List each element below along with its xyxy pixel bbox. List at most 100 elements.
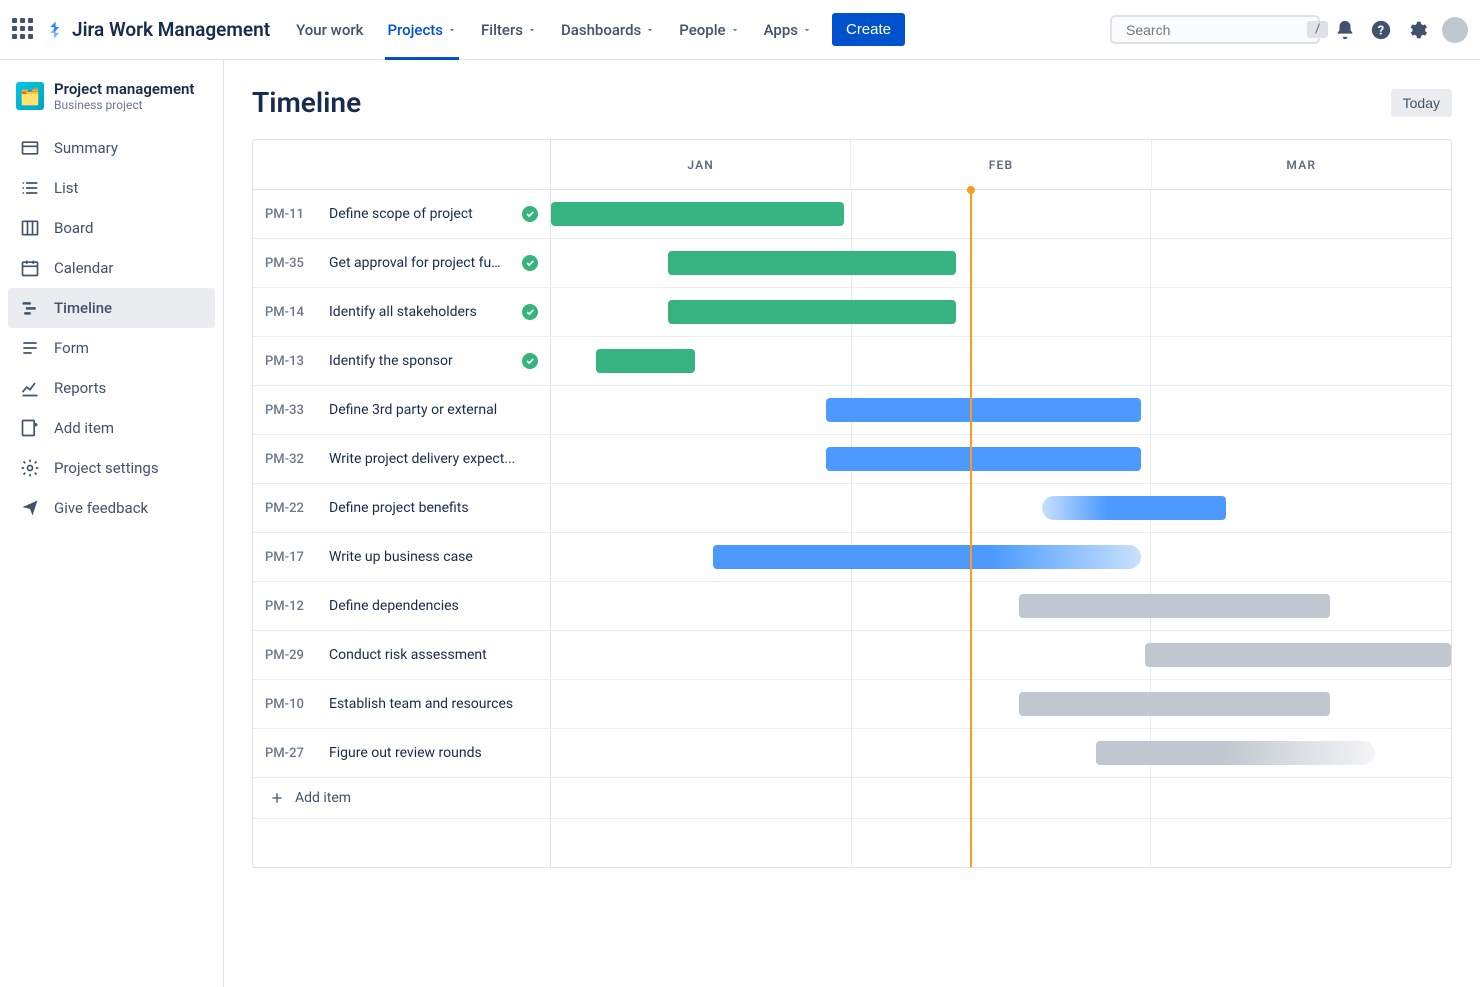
logo-text: Jira Work Management xyxy=(72,18,270,41)
nav-item-projects[interactable]: Projects xyxy=(377,17,467,43)
issue-key: PM-17 xyxy=(265,550,315,565)
nav-item-your-work[interactable]: Your work xyxy=(286,17,373,43)
timeline-bar[interactable] xyxy=(668,300,956,324)
sidebar-item-summary[interactable]: Summary xyxy=(8,128,215,168)
timeline-bar[interactable] xyxy=(1019,692,1330,716)
logo[interactable]: Jira Work Management xyxy=(46,18,270,41)
nav-icons: ? xyxy=(1334,17,1468,43)
notifications-icon[interactable] xyxy=(1334,19,1356,41)
timeline-bar[interactable] xyxy=(1042,496,1227,520)
issue-title: Get approval for project fund... xyxy=(329,255,508,271)
timeline-row[interactable]: PM-11 Define scope of project xyxy=(253,190,1451,239)
sidebar: 🗂️ Project management Business project S… xyxy=(0,60,224,987)
add-item-label: Add item xyxy=(295,790,351,806)
timeline-bar[interactable] xyxy=(596,349,695,373)
timeline-bar[interactable] xyxy=(1145,643,1451,667)
plus-icon xyxy=(269,790,285,806)
issue-title: Establish team and resources xyxy=(329,696,538,712)
done-status-icon xyxy=(522,304,538,320)
issue-key: PM-12 xyxy=(265,599,315,614)
timeline-row[interactable]: PM-17 Write up business case xyxy=(253,533,1451,582)
reports-icon xyxy=(20,378,40,398)
timeline-row[interactable]: PM-27 Figure out review rounds xyxy=(253,729,1451,778)
search-input[interactable] xyxy=(1126,22,1307,38)
issue-key: PM-29 xyxy=(265,648,315,663)
sidebar-item-board[interactable]: Board xyxy=(8,208,215,248)
add-item-row[interactable]: Add item xyxy=(253,778,551,819)
nav-items: Your workProjectsFiltersDashboardsPeople… xyxy=(286,17,822,43)
search-hint: / xyxy=(1307,21,1328,38)
timeline-row[interactable]: PM-14 Identify all stakeholders xyxy=(253,288,1451,337)
issue-key: PM-22 xyxy=(265,501,315,516)
project-type: Business project xyxy=(54,98,194,112)
timeline-bar[interactable] xyxy=(1019,594,1330,618)
project-name: Project management xyxy=(54,80,194,98)
timeline-bar[interactable] xyxy=(713,545,1141,569)
issue-title: Identify the sponsor xyxy=(329,353,508,369)
sidebar-item-reports[interactable]: Reports xyxy=(8,368,215,408)
timeline-bar[interactable] xyxy=(551,202,844,226)
timeline-row[interactable]: PM-13 Identify the sponsor xyxy=(253,337,1451,386)
issue-key: PM-14 xyxy=(265,305,315,320)
timeline-row[interactable]: PM-12 Define dependencies xyxy=(253,582,1451,631)
issue-title: Define 3rd party or external xyxy=(329,402,538,418)
sidebar-item-timeline[interactable]: Timeline xyxy=(8,288,215,328)
today-button[interactable]: Today xyxy=(1391,89,1452,117)
form-icon xyxy=(20,338,40,358)
sidebar-item-give-feedback[interactable]: Give feedback xyxy=(8,488,215,528)
issue-key: PM-32 xyxy=(265,452,315,467)
timeline: JANFEBMAR PM-11 Define scope of project … xyxy=(252,139,1452,868)
feedback-icon xyxy=(20,498,40,518)
month-mar: MAR xyxy=(1152,140,1451,189)
issue-title: Write up business case xyxy=(329,549,538,565)
sidebar-item-list[interactable]: List xyxy=(8,168,215,208)
issue-title: Define scope of project xyxy=(329,206,508,222)
settings-icon[interactable] xyxy=(1406,19,1428,41)
timeline-row[interactable]: PM-22 Define project benefits xyxy=(253,484,1451,533)
add-icon xyxy=(20,418,40,438)
svg-text:?: ? xyxy=(1378,23,1384,38)
timeline-row[interactable]: PM-10 Establish team and resources xyxy=(253,680,1451,729)
sidebar-item-form[interactable]: Form xyxy=(8,328,215,368)
nav-item-apps[interactable]: Apps xyxy=(754,17,822,43)
sidebar-item-project-settings[interactable]: Project settings xyxy=(8,448,215,488)
done-status-icon xyxy=(522,353,538,369)
list-icon xyxy=(20,178,40,198)
project-icon: 🗂️ xyxy=(16,82,44,110)
issue-title: Figure out review rounds xyxy=(329,745,538,761)
timeline-row[interactable]: PM-29 Conduct risk assessment xyxy=(253,631,1451,680)
project-header[interactable]: 🗂️ Project management Business project xyxy=(8,80,215,128)
nav-item-filters[interactable]: Filters xyxy=(471,17,547,43)
board-icon xyxy=(20,218,40,238)
issue-key: PM-13 xyxy=(265,354,315,369)
nav-item-people[interactable]: People xyxy=(669,17,749,43)
timeline-bar[interactable] xyxy=(1096,741,1375,765)
app-switcher-icon[interactable] xyxy=(12,18,36,42)
search-box[interactable]: / xyxy=(1110,15,1320,44)
done-status-icon xyxy=(522,255,538,271)
timeline-row[interactable]: PM-33 Define 3rd party or external xyxy=(253,386,1451,435)
timeline-bar[interactable] xyxy=(826,447,1141,471)
summary-icon xyxy=(20,138,40,158)
timeline-row[interactable]: PM-32 Write project delivery expect... xyxy=(253,435,1451,484)
help-icon[interactable]: ? xyxy=(1370,19,1392,41)
timeline-icon xyxy=(20,298,40,318)
month-jan: JAN xyxy=(551,140,851,189)
profile-avatar[interactable] xyxy=(1442,17,1468,43)
month-feb: FEB xyxy=(851,140,1151,189)
sidebar-item-add-item[interactable]: Add item xyxy=(8,408,215,448)
timeline-bar[interactable] xyxy=(826,398,1141,422)
timeline-row[interactable]: PM-35 Get approval for project fund... xyxy=(253,239,1451,288)
jira-icon xyxy=(46,20,66,40)
nav-item-dashboards[interactable]: Dashboards xyxy=(551,17,665,43)
settings-icon xyxy=(20,458,40,478)
calendar-icon xyxy=(20,258,40,278)
issue-key: PM-35 xyxy=(265,256,315,271)
issue-title: Define dependencies xyxy=(329,598,538,614)
issue-key: PM-10 xyxy=(265,697,315,712)
sidebar-item-calendar[interactable]: Calendar xyxy=(8,248,215,288)
page-title: Timeline xyxy=(252,86,361,119)
done-status-icon xyxy=(522,206,538,222)
timeline-bar[interactable] xyxy=(668,251,956,275)
create-button[interactable]: Create xyxy=(832,13,905,46)
